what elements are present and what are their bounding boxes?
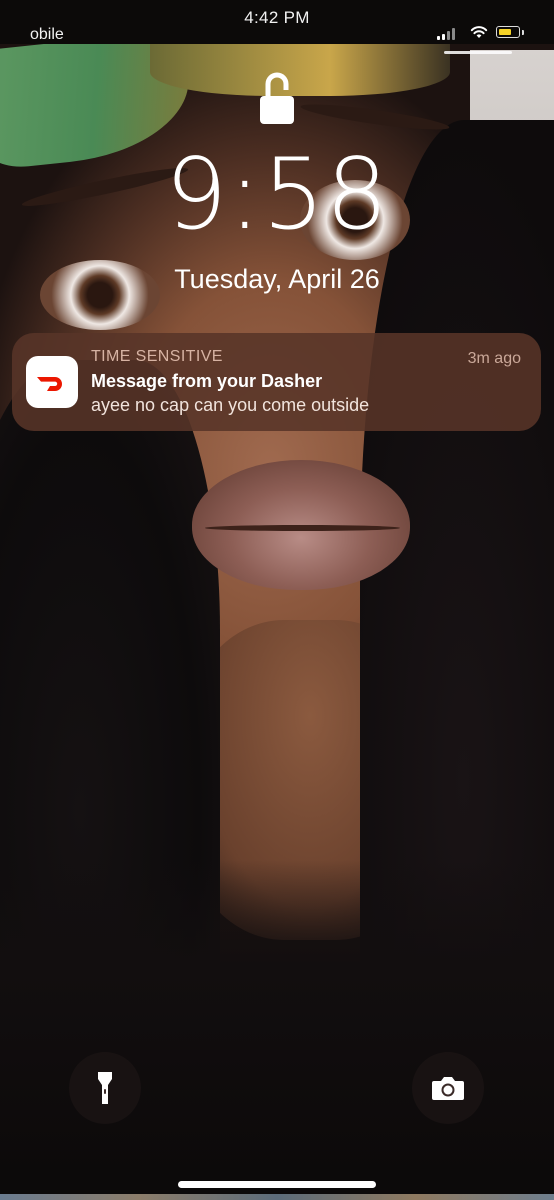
battery-icon: [496, 26, 520, 38]
notification-timestamp: 3m ago: [467, 350, 521, 367]
cellular-signal-icon: [437, 27, 455, 40]
notification-title: Message from your Dasher: [91, 371, 323, 391]
unlocked-padlock-icon: [260, 72, 294, 124]
home-indicator[interactable]: [178, 1181, 376, 1188]
camera-button[interactable]: [412, 1052, 484, 1124]
battery-cap: [522, 30, 524, 35]
doordash-app-icon: [26, 356, 78, 408]
wifi-icon: [470, 26, 488, 38]
control-center-grabber[interactable]: [444, 51, 512, 54]
camera-icon: [432, 1077, 464, 1100]
notification-body: ayee no cap can you come outside: [91, 395, 370, 415]
lock-screen-date: Tuesday, April 26: [174, 264, 380, 294]
lock-screen-clock: 9:58: [164, 138, 390, 252]
outer-status-bar: 4:42 PM obile: [0, 0, 554, 44]
flashlight-button[interactable]: [69, 1052, 141, 1124]
notification-category: TIME SENSITIVE: [91, 348, 223, 365]
carrier-label: obile: [30, 26, 64, 43]
flashlight-icon: [98, 1072, 112, 1104]
notification-card[interactable]: TIME SENSITIVE 3m ago Message from your …: [12, 333, 541, 431]
